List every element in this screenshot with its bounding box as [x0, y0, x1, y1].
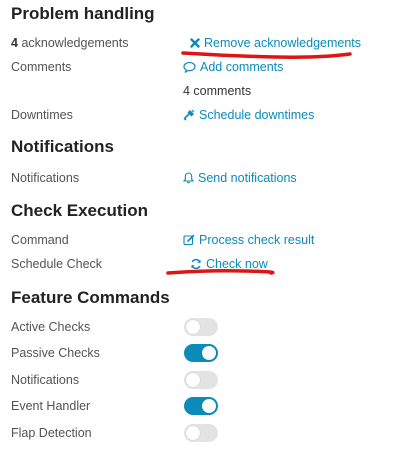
acknowledgements-count: 4 [11, 36, 18, 50]
toggle-knob [202, 346, 216, 360]
toggle-knob [186, 373, 200, 387]
remove-acknowledgements-link[interactable]: Remove acknowledgements [190, 36, 361, 50]
send-notifications-link[interactable]: Send notifications [183, 171, 297, 185]
toggle-knob [202, 399, 216, 413]
section-heading-check-execution: Check Execution [11, 201, 148, 220]
comments-label: Comments [11, 60, 72, 74]
section-heading-notifications: Notifications [11, 137, 114, 156]
feature-label-active-checks: Active Checks [11, 320, 91, 334]
section-heading-feature-commands: Feature Commands [11, 288, 170, 307]
remove-acknowledgements-label: Remove acknowledgements [204, 36, 362, 50]
section-heading-problem-handling: Problem handling [11, 4, 155, 23]
feature-label-notifications: Notifications [11, 373, 80, 387]
add-comments-link[interactable]: Add comments [183, 60, 283, 74]
notifications-toggle[interactable] [184, 371, 218, 389]
toggle-knob [186, 320, 200, 334]
schedule-check-label: Schedule Check [11, 257, 103, 271]
active-checks-toggle[interactable] [184, 318, 218, 336]
feature-label-flap-detection: Flap Detection [11, 426, 92, 440]
acknowledgements-text: acknowledgements [21, 36, 129, 50]
feature-label-event-handler: Event Handler [11, 399, 91, 413]
toggle-knob [186, 426, 200, 440]
edit-icon [183, 234, 195, 246]
downtimes-label: Downtimes [11, 108, 73, 122]
schedule-downtimes-link[interactable]: Schedule downtimes [183, 108, 314, 122]
notifications-label: Notifications [11, 171, 80, 185]
comment-icon [183, 61, 196, 73]
plug-icon [183, 109, 195, 121]
feature-label-passive-checks: Passive Checks [11, 346, 100, 360]
remove-icon [190, 38, 200, 48]
flap-detection-toggle[interactable] [184, 424, 218, 442]
schedule-downtimes-label: Schedule downtimes [199, 108, 315, 122]
event-handler-toggle[interactable] [184, 397, 218, 415]
command-label: Command [11, 233, 69, 247]
process-check-result-link[interactable]: Process check result [183, 233, 314, 247]
bell-icon [183, 172, 194, 184]
comments-count: 4 comments [183, 84, 252, 98]
acknowledgements-label: 4 acknowledgements [11, 36, 128, 50]
process-check-result-label: Process check result [199, 233, 315, 247]
red-underline-annotation-2 [166, 269, 275, 275]
add-comments-label: Add comments [200, 60, 284, 74]
send-notifications-label: Send notifications [198, 171, 297, 185]
passive-checks-toggle[interactable] [184, 344, 218, 362]
